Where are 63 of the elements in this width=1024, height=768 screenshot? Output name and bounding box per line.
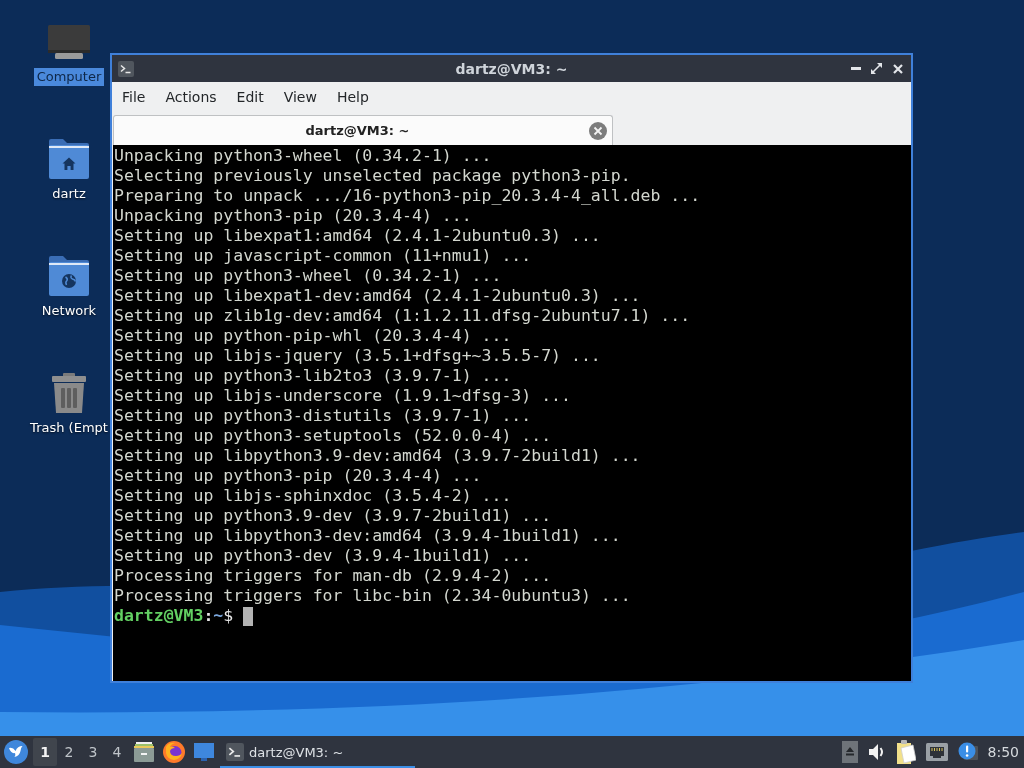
menu-item[interactable]: File [112,84,156,110]
maximize-button[interactable] [869,61,884,76]
terminal-line: Setting up python3-setuptools (52.0.0-4) ... [114,426,552,446]
terminal-line: Setting up python3-lib2to3 (3.9.7-1) ... [114,366,512,386]
menu-item[interactable]: Edit [226,84,274,110]
terminal-line: Setting up python3-distutils (3.9.7-1) ... [114,406,532,426]
eject-icon[interactable] [841,741,858,763]
bird-logo-icon[interactable] [4,740,28,764]
terminal-line: Selecting previously unselected package python3-pip. [114,166,631,186]
close-button[interactable] [890,61,905,76]
globe-logo-icon[interactable] [163,741,185,763]
terminal-line: Setting up python3.9-dev (3.9.7-2build1) ... [114,506,552,526]
terminal-line: Setting up libpython3.9-dev:amd64 (3.9.7-2build1) ... [114,446,641,466]
terminal-line: Setting up libjs-sphinxdoc (3.5.4-2) ... [114,486,512,506]
terminal-line: Setting up python3-dev (3.9.4-1build1) ... [114,546,532,566]
terminal-tab[interactable]: dartz@VM3: ~ [113,115,613,145]
terminal-line: Unpacking python3-wheel (0.34.2-1) ... [114,146,492,166]
terminal-line: Unpacking python3-pip (20.3.4-4) ... [114,206,472,226]
desktop-icon-label[interactable]: dartz [49,185,89,203]
terminal-line: Setting up libjs-underscore (1.9.1~dfsg-3) ... [114,386,571,406]
monitor-icon[interactable] [48,25,90,59]
task-button[interactable]: dartz@VM3: ~ [220,736,415,768]
close-icon[interactable] [589,121,607,140]
terminal-line: Preparing to unpack .../16-python3-pip_20.3.4-4_all.deb ... [114,186,701,206]
terminal-line: Setting up libexpat1:amd64 (2.4.1-2ubuntu0.3) ... [114,226,601,246]
menu-item[interactable]: Actions [155,84,227,110]
workspace-button[interactable]: 2 [57,738,81,766]
workspace-button[interactable]: 4 [105,738,129,766]
file-cabinet-icon[interactable] [134,742,154,762]
terminal-line: Setting up javascript-common (11+nmu1) ... [114,246,532,266]
desktop-icon-label[interactable]: Computer [33,68,105,86]
terminal-icon [118,60,134,77]
maximize-icon [871,63,882,74]
shell-prompt: dartz@VM3:~$ [114,606,234,626]
minimize-icon [850,67,861,70]
globe-folder-icon[interactable] [49,256,89,296]
terminal-line: Processing triggers for man-db (2.9.4-2) ... [114,566,552,586]
terminal-line: Setting up python3-wheel (0.34.2-1) ... [114,266,502,286]
workspace-button[interactable]: 1 [33,738,57,766]
home-folder-icon[interactable] [49,139,89,179]
terminal-line: Processing triggers for libc-bin (2.34-0ubuntu3) ... [114,586,631,606]
terminal-line: Setting up python-pip-whl (20.3.4-4) ... [114,326,512,346]
ethernet-port-icon[interactable] [925,743,948,761]
terminal-line: Setting up libjs-jquery (3.5.1+dfsg+~3.5.5-7) ... [114,346,601,366]
workspace-button[interactable]: 3 [81,738,105,766]
desktop-icon-label[interactable]: Network [38,302,100,320]
window-title: dartz@VM3: ~ [455,60,568,77]
text-cursor-icon [243,606,254,626]
close-icon [892,63,903,74]
terminal-line: Setting up libexpat1-dev:amd64 (2.4.1-2ubuntu0.3) ... [114,286,641,306]
speaker-icon[interactable] [867,743,886,761]
clipboard-icon[interactable] [895,740,916,764]
terminal-line: Setting up zlib1g-dev:amd64 (1:1.2.11.dfsg-2ubuntu7.1) ... [114,306,691,326]
terminal-line: Setting up python3-pip (20.3.4-4) ... [114,466,482,486]
screen-icon[interactable] [194,743,214,761]
menu-item[interactable]: View [273,84,327,110]
desktop-icon-label[interactable]: Trash (Empt [27,419,111,437]
clock-label[interactable]: 8:50 [987,744,1019,760]
terminal-icon [226,743,244,761]
trash-icon[interactable] [52,373,86,413]
alert-icon[interactable] [957,742,978,762]
terminal-line: Setting up libpython3-dev:amd64 (3.9.4-1build1) ... [114,526,621,546]
menu-item[interactable]: Help [326,84,379,110]
